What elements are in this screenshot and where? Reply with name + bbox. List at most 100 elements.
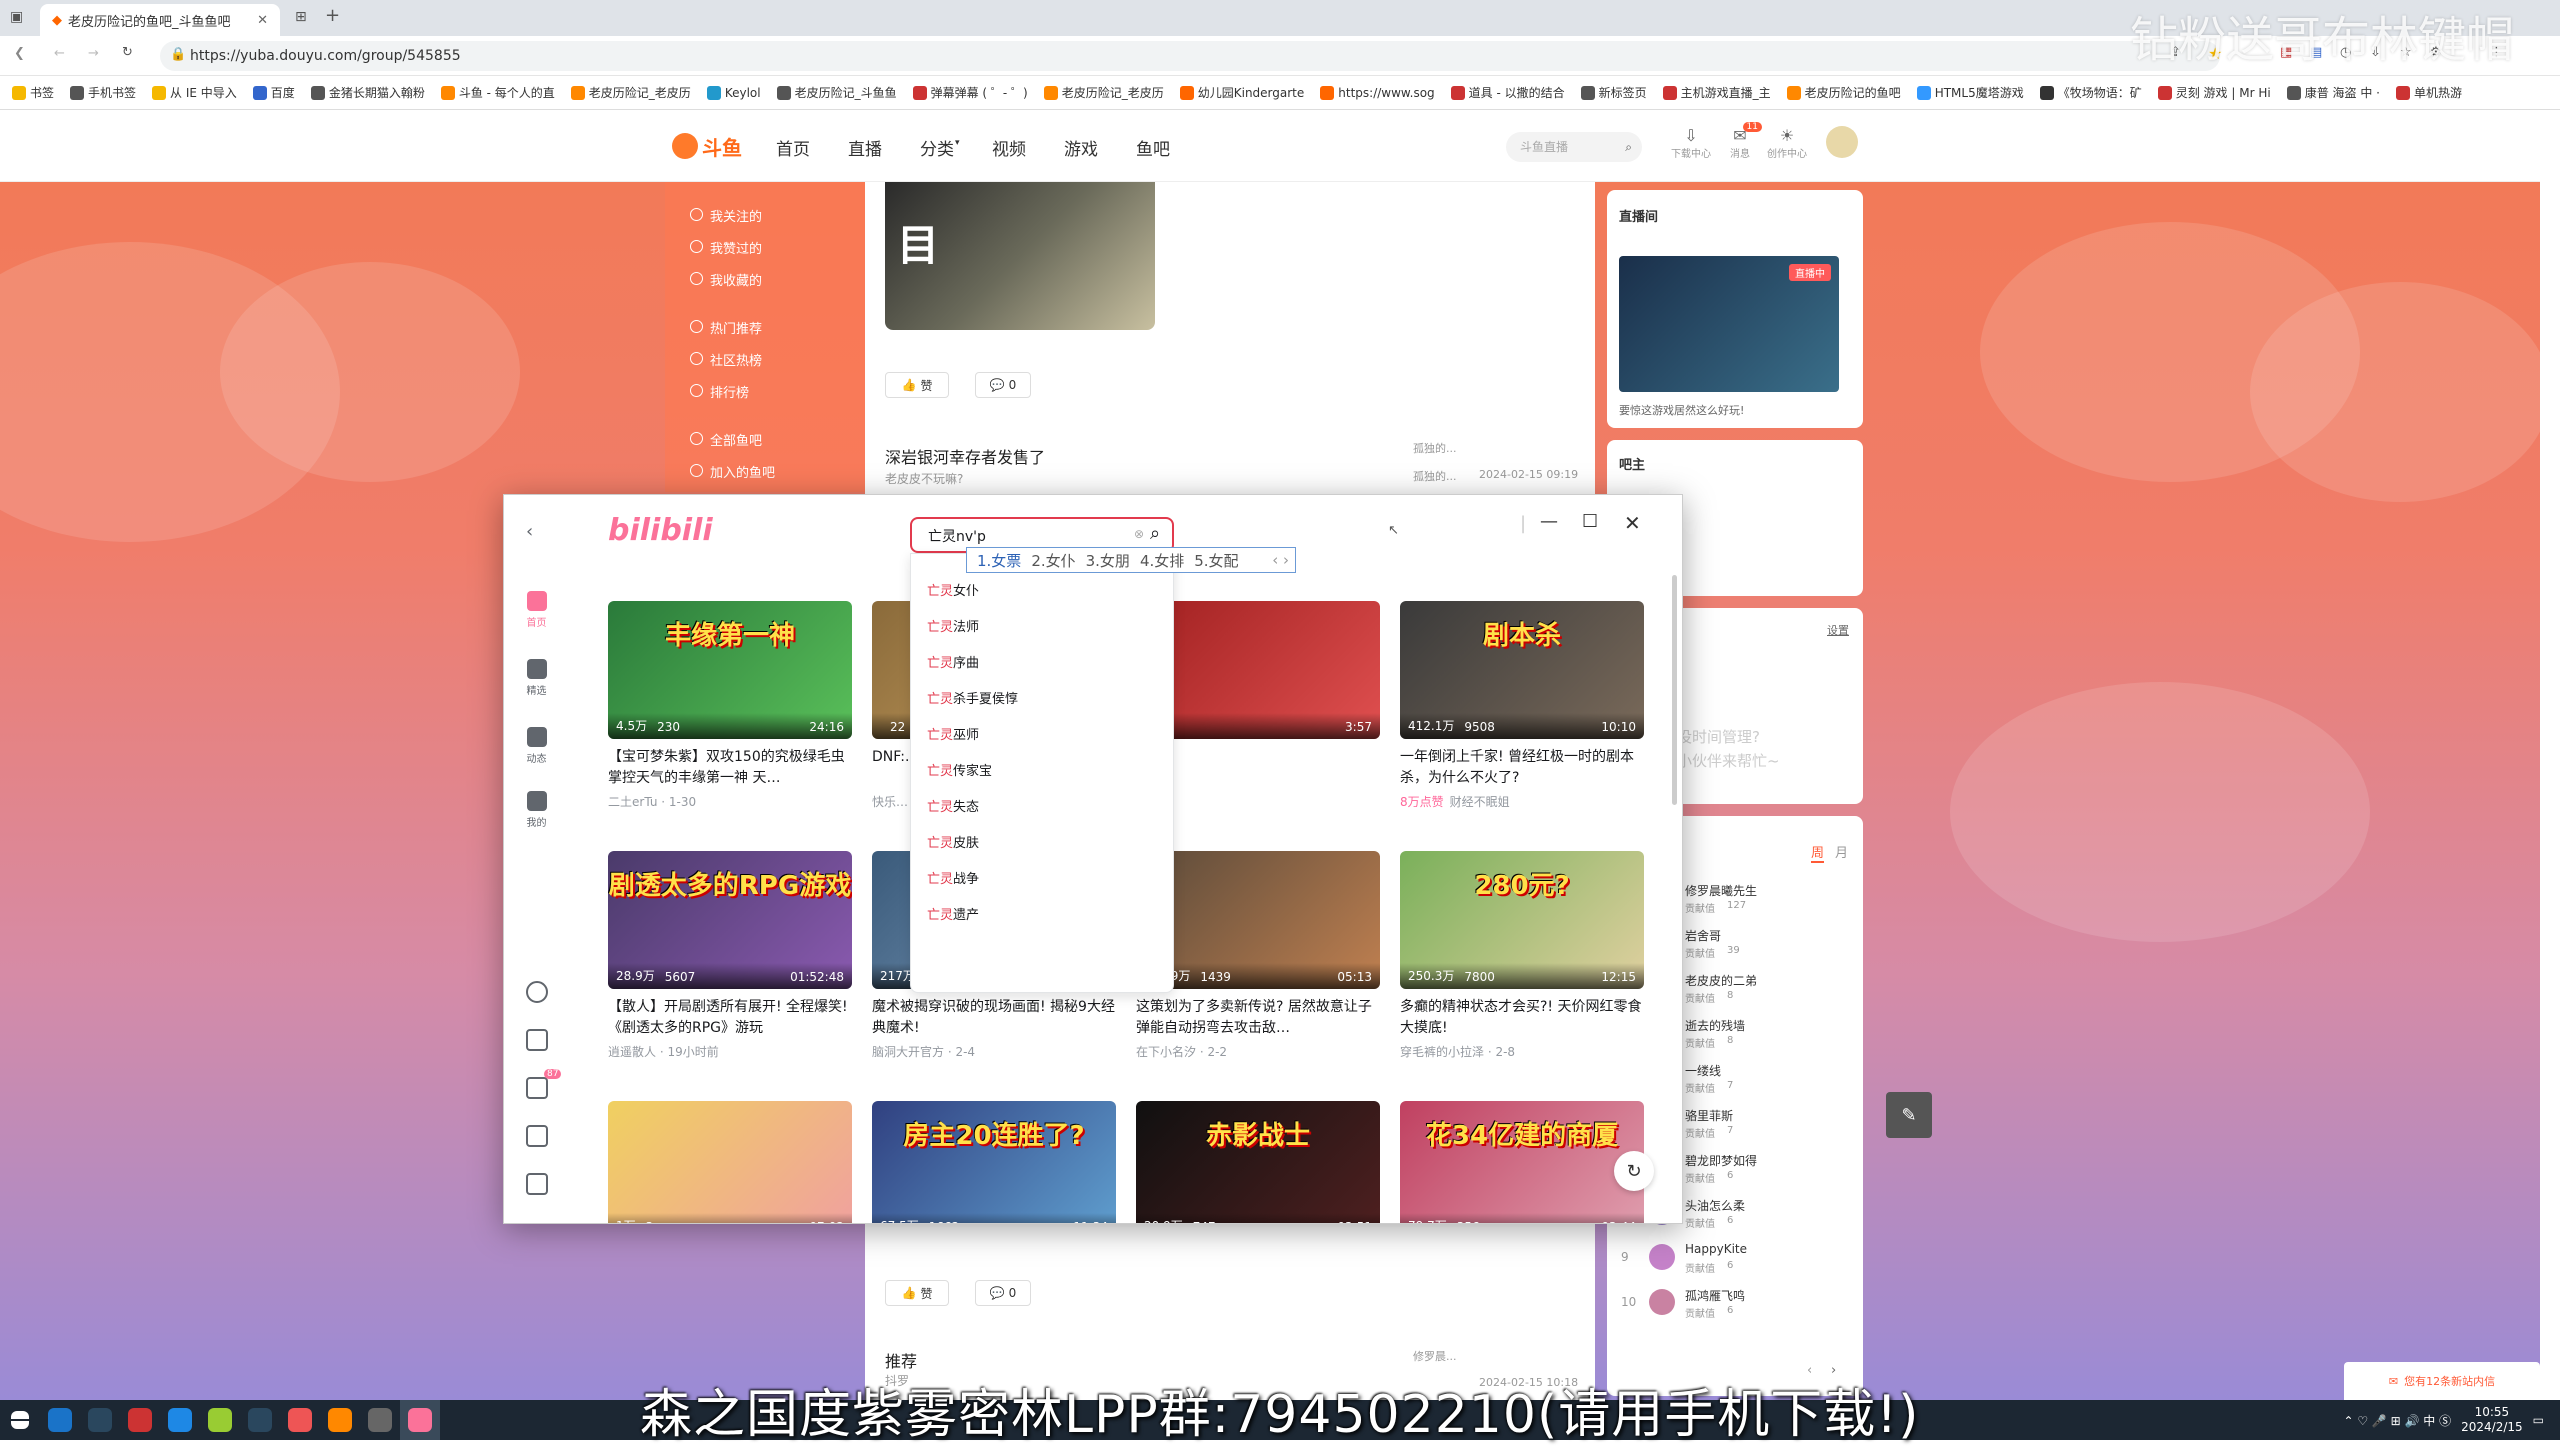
edit-post-icon[interactable]: ✎	[1886, 1092, 1932, 1138]
settings-icon[interactable]	[526, 1173, 548, 1195]
live-thumbnail[interactable]: 直播中	[1619, 256, 1839, 392]
video-uploader[interactable]: 财经不眠姐	[1450, 795, 1510, 809]
video-title[interactable]: 魔术被揭穿识破的现场画面! 揭秘9大经典魔术!	[872, 997, 1116, 1039]
bookmark-item[interactable]: 幼儿园Kindergarte	[1179, 84, 1304, 101]
video-uploader[interactable]: 穿毛裤的小拉泽 · 2-8	[1400, 1045, 1515, 1059]
bookmark-item[interactable]: 手机书签	[70, 84, 136, 101]
video-card[interactable]: 丰缘第一神 4.5万 230 24:16 【宝可梦朱紫】双攻150的究极绿毛虫 掌控天气…	[608, 601, 852, 810]
post-title[interactable]: 深岩银河幸存者发售了	[885, 444, 1045, 468]
site-search-input[interactable]: 斗鱼直播 ⌕	[1506, 132, 1642, 162]
start-icon[interactable]	[0, 1400, 40, 1440]
nav-category[interactable]: 分类	[920, 135, 954, 160]
video-thumbnail[interactable]: 花34亿建的商厦 79.7万 356 03:44	[1400, 1101, 1644, 1223]
bookmark-item[interactable]: 老皮历险记_老皮历	[570, 84, 691, 101]
browser-tab-active[interactable]: ◆ 老皮历险记的鱼吧_斗鱼鱼吧 ✕	[40, 4, 280, 36]
bookmark-item[interactable]: 弹幕弹幕 ( ゜- ゜)	[912, 84, 1028, 101]
ime-candidate[interactable]: 1.女票	[977, 550, 1021, 571]
bookmark-item[interactable]: 书签	[12, 84, 54, 101]
taskbar-app-icon[interactable]	[280, 1400, 320, 1440]
post-last-reply[interactable]: 孤独的...	[1413, 468, 1457, 484]
bili-side-mine[interactable]: 我的	[504, 791, 569, 829]
video-thumbnail[interactable]: 280元? 250.3万 7800 12:15	[1400, 851, 1644, 989]
messages[interactable]: ✉ 消息 11	[1722, 122, 1762, 160]
nav-games[interactable]: 游戏	[1064, 135, 1098, 160]
comment-button-2[interactable]: 💬 0	[975, 1280, 1031, 1306]
maximize-icon[interactable]: ☐	[1582, 511, 1598, 532]
refresh-icon[interactable]: ↻	[1614, 1151, 1654, 1191]
bookmark-item[interactable]: Keylol	[706, 85, 761, 100]
rank-row[interactable]: 10 孤鸿雁飞鸣 贡献值 6	[1621, 1285, 1849, 1325]
left-nav-item[interactable]: 我赞过的	[689, 238, 762, 257]
tab-week[interactable]: 周	[1811, 842, 1825, 863]
suggestion-item[interactable]: 亡灵杀手夏侯惇	[927, 688, 1018, 707]
video-thumbnail[interactable]: 房主20连胜了? 67.5万 1662 11:34	[872, 1101, 1116, 1223]
video-thumbnail[interactable]: 丰缘第一神 4.5万 230 24:16	[608, 601, 852, 739]
video-card[interactable]: 赤影战士 20.9万 747 03:51	[1136, 1101, 1380, 1223]
like-button[interactable]: 👍 赞	[885, 372, 949, 398]
video-uploader[interactable]: 在下小名汐 · 2-2	[1136, 1045, 1227, 1059]
video-thumbnail[interactable]: 赤影战士 20.9万 747 03:51	[1136, 1101, 1380, 1223]
video-thumbnail[interactable]: 1万 3 07:02	[608, 1101, 852, 1223]
mail-icon[interactable]: 87	[526, 1069, 562, 1099]
bookmark-item[interactable]: 单机热游	[2395, 84, 2462, 101]
nav-live[interactable]: 直播	[848, 135, 882, 160]
suggestion-item[interactable]: 亡灵皮肤	[927, 832, 979, 851]
tab-list-icon[interactable]: ⊞	[295, 9, 307, 25]
minimize-icon[interactable]: —	[1540, 511, 1558, 532]
new-tab-button[interactable]: +	[325, 5, 340, 26]
avatar[interactable]	[526, 981, 548, 1003]
bookmark-item[interactable]: 老皮历险记_斗鱼鱼	[776, 84, 897, 101]
taskbar-app-icon[interactable]	[120, 1400, 160, 1440]
video-uploader[interactable]: 二土erTu · 1-30	[608, 795, 696, 809]
bookmark-item[interactable]: 斗鱼 - 每个人的直	[440, 84, 555, 101]
scrollbar[interactable]	[1672, 575, 1677, 805]
bookmark-item[interactable]: 老皮历险记_老皮历	[1043, 84, 1164, 101]
upload-icon[interactable]	[526, 1029, 548, 1051]
notification-toast[interactable]: ✉ 您有12条新站内信	[2344, 1362, 2540, 1400]
download-center[interactable]: ⇩ 下载中心	[1668, 126, 1714, 160]
avatar[interactable]	[1826, 126, 1858, 158]
taskbar-app-icon[interactable]	[40, 1400, 80, 1440]
post-title-2[interactable]: 推荐	[885, 1348, 917, 1372]
suggestion-item[interactable]: 亡灵法师	[927, 616, 979, 635]
search-icon[interactable]: ⌕	[1625, 132, 1632, 162]
tray-icons[interactable]: ⌃ ♡ 🎤 ⊞ 🔊 中 Ⓢ	[2343, 1412, 2451, 1429]
bili-side-dynamic[interactable]: 动态	[504, 727, 569, 765]
sidebar-toggle-icon[interactable]: ▣	[10, 9, 23, 25]
left-nav-item[interactable]: 社区热榜	[689, 350, 762, 369]
bookmark-item[interactable]: 从 IE 中导入	[152, 84, 237, 101]
video-card[interactable]: 剧透太多的RPG游戏 28.9万 5607 01:52:48 【散人】开局剧透所有展开!…	[608, 851, 852, 1060]
video-thumbnail[interactable]: 剧本杀 412.1万 9508 10:10	[1400, 601, 1644, 739]
suggestion-item[interactable]: 亡灵序曲	[927, 652, 979, 671]
ime-page-icon[interactable]: ‹ ›	[1272, 551, 1295, 569]
taskbar-app-icon[interactable]	[160, 1400, 200, 1440]
steam-icon[interactable]	[240, 1400, 280, 1440]
video-card[interactable]: 房主20连胜了? 67.5万 1662 11:34	[872, 1101, 1116, 1223]
post-author[interactable]: 孤独的...	[1413, 440, 1457, 456]
video-title[interactable]: 【宝可梦朱紫】双攻150的究极绿毛虫 掌控天气的丰缘第一神 天…	[608, 747, 852, 789]
back-icon-2[interactable]: ←	[54, 46, 65, 61]
video-title[interactable]: 多癫的精神状态才会买?! 天价网红零食大摸底!	[1400, 997, 1644, 1039]
taskbar-app-icon[interactable]	[200, 1400, 240, 1440]
forward-icon[interactable]: →	[88, 46, 99, 61]
suggestion-item[interactable]: 亡灵传家宝	[927, 760, 992, 779]
video-card[interactable]: 1万 3 07:02	[608, 1101, 852, 1223]
bilibili-taskbar-icon[interactable]	[400, 1400, 440, 1440]
suggestion-item[interactable]: 亡灵巫师	[927, 724, 979, 743]
left-nav-item[interactable]: 排行榜	[689, 382, 749, 401]
clear-search-icon[interactable]: ⊗	[1134, 527, 1144, 541]
left-nav-item[interactable]: 全部鱼吧	[689, 430, 762, 449]
comment-button[interactable]: 💬 0	[975, 372, 1031, 398]
nav-yuba[interactable]: 鱼吧	[1136, 135, 1170, 160]
video-uploader[interactable]: 快乐…	[872, 795, 908, 809]
close-window-icon[interactable]: ✕	[1624, 511, 1641, 535]
video-title[interactable]: 【散人】开局剧透所有展开! 全程爆笑! 《剧透太多的RPG》游玩	[608, 997, 852, 1039]
ime-candidate[interactable]: 4.女排	[1140, 550, 1184, 571]
video-card[interactable]: 剧本杀 412.1万 9508 10:10 一年倒闭上千家! 曾经红极一时的剧本杀，为什…	[1400, 601, 1644, 810]
nav-home[interactable]: 首页	[776, 135, 810, 160]
bookmark-item[interactable]: 《牧场物语：矿	[2039, 84, 2142, 101]
post-author-2[interactable]: 修罗晨...	[1413, 1348, 1457, 1364]
bookmark-item[interactable]: 灵刻 游戏 | Mr Hi	[2157, 84, 2271, 101]
ime-candidate[interactable]: 5.女配	[1194, 550, 1238, 571]
suggestion-item[interactable]: 亡灵战争	[927, 868, 979, 887]
